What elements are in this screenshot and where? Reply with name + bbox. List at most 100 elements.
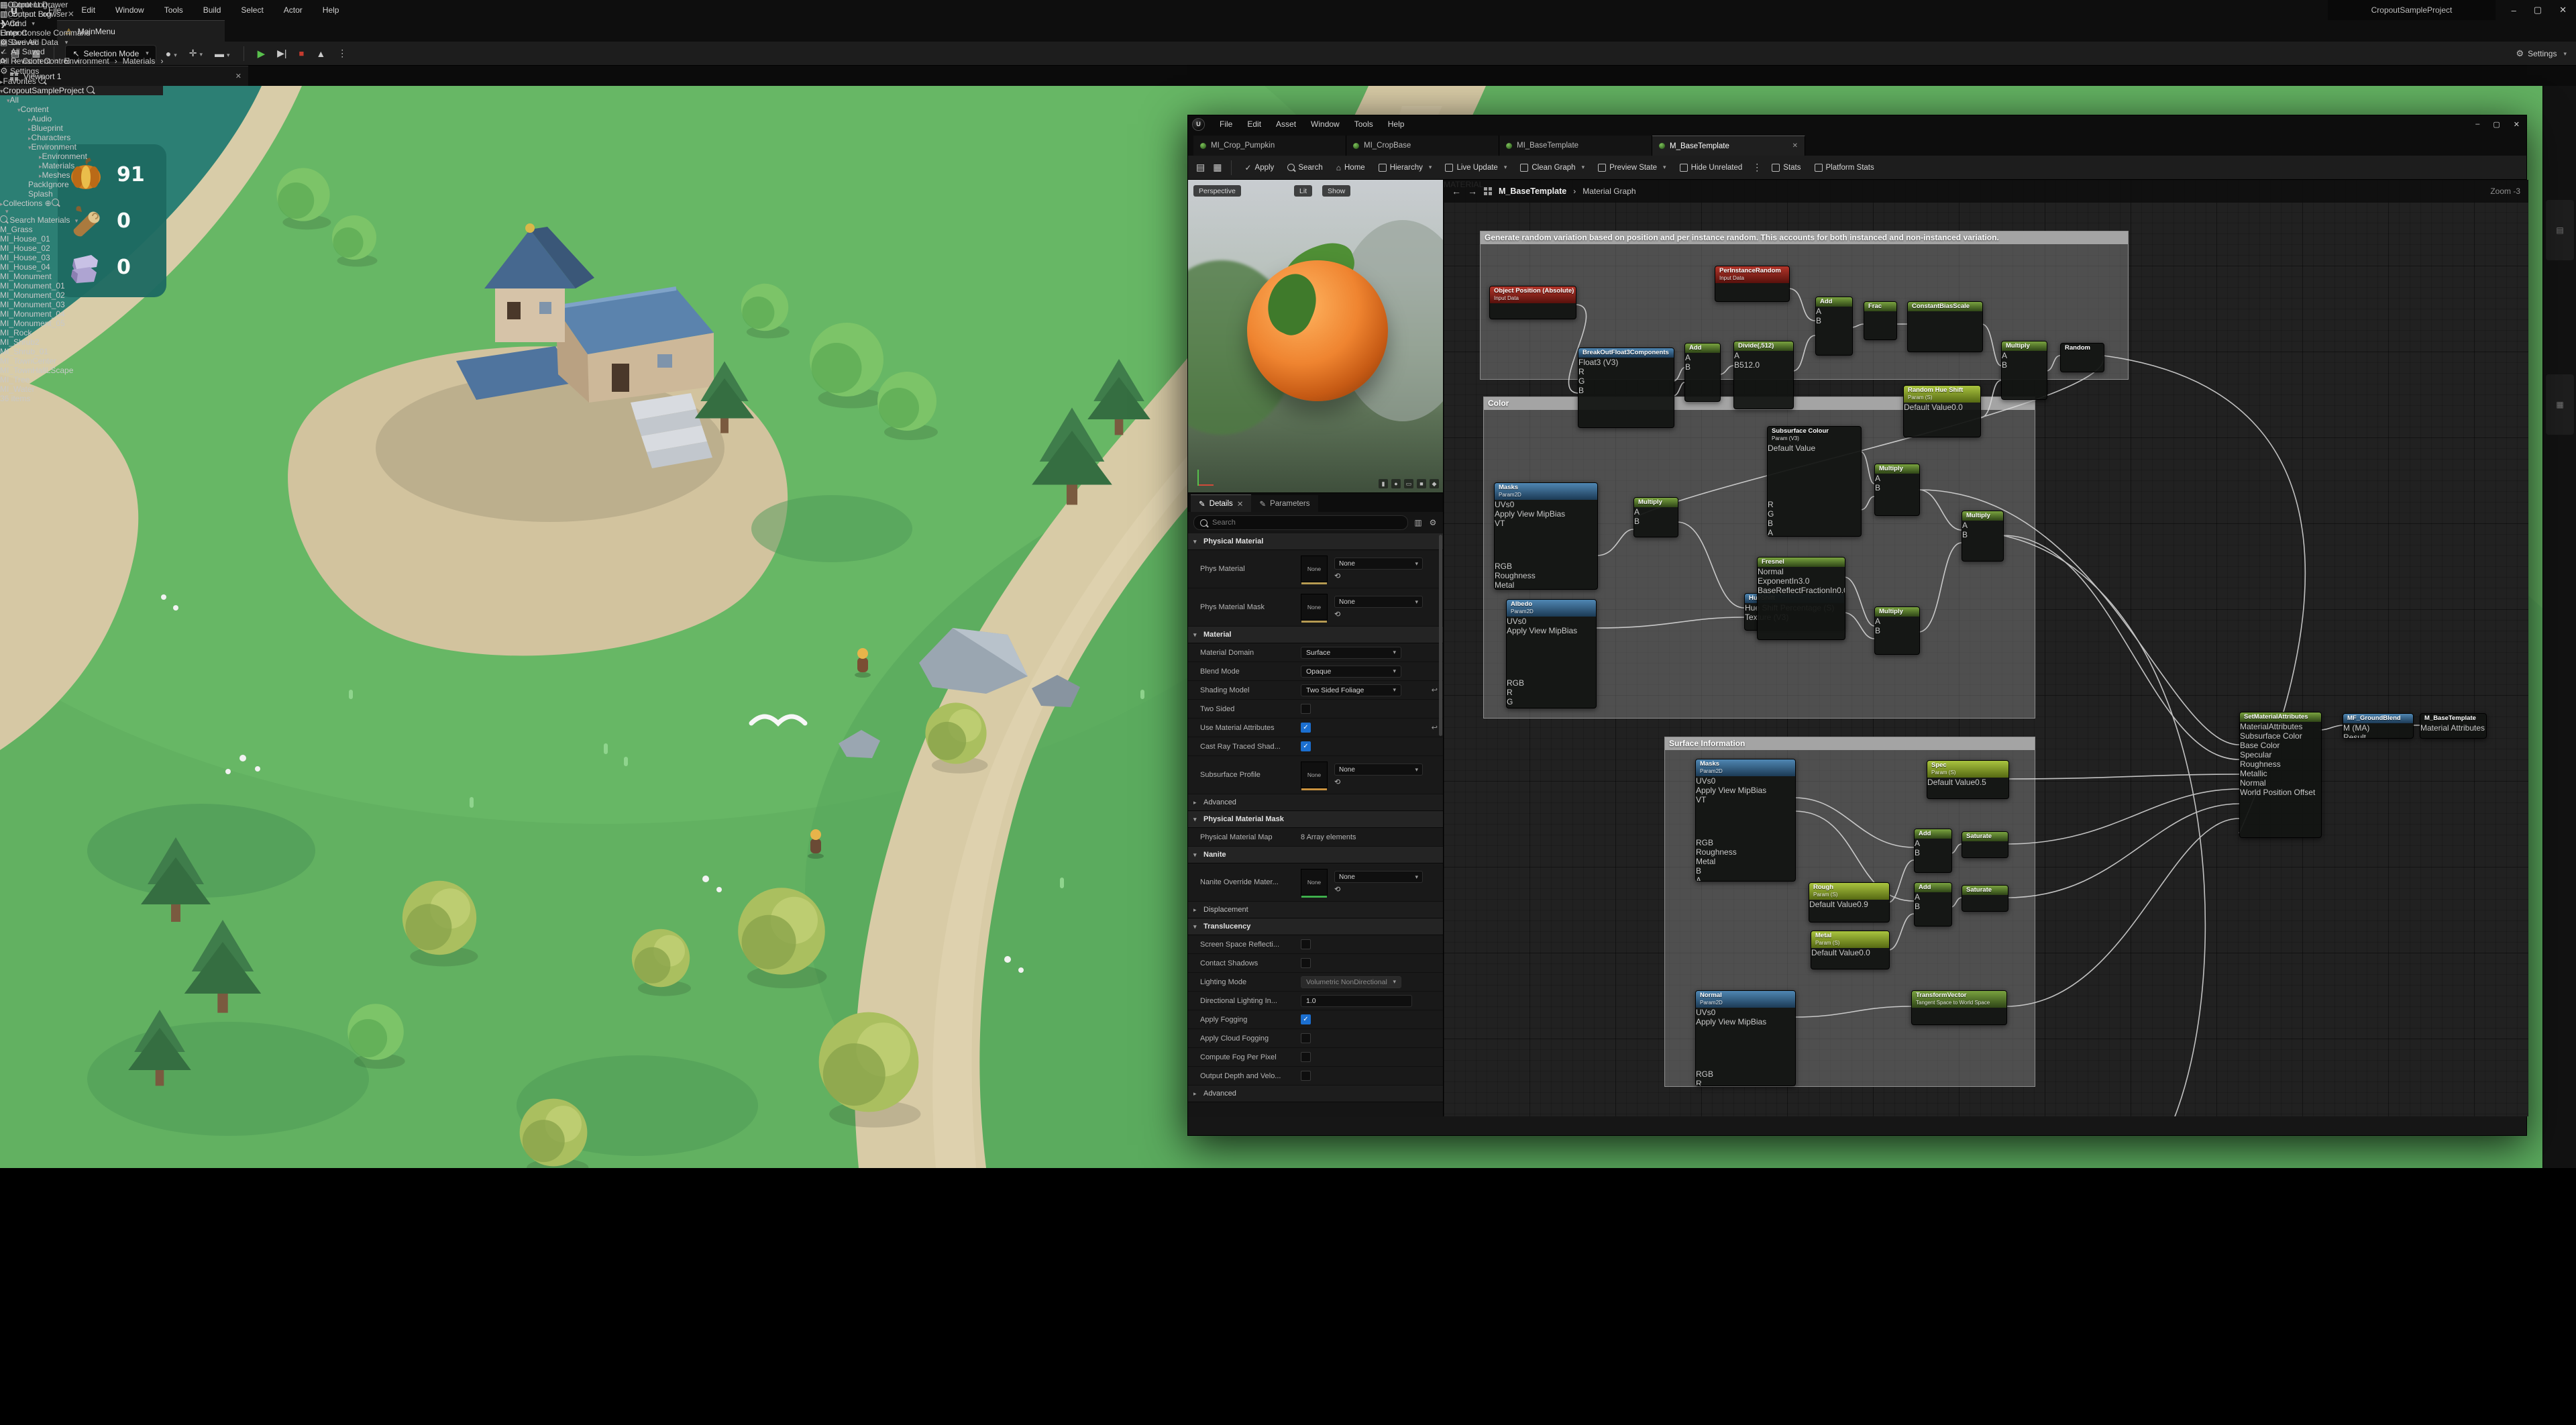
input-directional-lighting-in-[interactable]: 1.0 — [1301, 995, 1412, 1007]
asset-dropdown[interactable]: None▾ — [1334, 558, 1423, 570]
field-value[interactable]: 0 — [1522, 617, 1527, 626]
sidebar-item-packignore[interactable]: PackIgnore — [0, 180, 163, 189]
menu-window[interactable]: Window — [1311, 119, 1340, 129]
all-saved-status[interactable]: ✓All Saved — [0, 47, 91, 56]
asset-dropdown[interactable]: None▾ — [1334, 871, 1423, 883]
output-pin[interactable]: R — [1696, 1079, 1795, 1086]
node-multiply[interactable]: MultiplyAB — [1874, 464, 1920, 516]
node-subsurface-colour[interactable]: Subsurface ColourParam (V3)Default Value… — [1767, 426, 1862, 537]
use-selected-icon[interactable]: ⟲ — [1334, 778, 1340, 786]
section-translucency[interactable]: ▾Translucency — [1188, 918, 1443, 935]
input-pin[interactable]: A — [1962, 521, 2003, 530]
content-drawer-button[interactable]: ▤Content Drawer — [0, 0, 91, 9]
sidebar-item-audio[interactable]: ▸Audio — [0, 114, 163, 123]
tab-parameters[interactable]: ✎ Parameters — [1251, 495, 1318, 512]
field-value[interactable]: 0 — [1711, 1008, 1716, 1017]
sidebar-item-splash[interactable]: Splash — [0, 189, 163, 199]
details-search-input[interactable]: Search — [1193, 515, 1408, 530]
checkbox-two-sided[interactable] — [1301, 704, 1311, 714]
section-physical-material[interactable]: ▾Physical Material — [1188, 533, 1443, 550]
field-value[interactable]: 512.0 — [1739, 360, 1760, 370]
menu-help[interactable]: Help — [323, 5, 339, 15]
section-material[interactable]: ▾Material — [1188, 627, 1443, 643]
node-masks[interactable]: MasksParam2DUVs0Apply View MipBiasVTRGBR… — [1494, 482, 1598, 590]
asset-dropdown[interactable]: None▾ — [1334, 596, 1423, 608]
node-frac[interactable]: Frac — [1864, 301, 1897, 340]
output-pin[interactable]: A — [1696, 876, 1795, 882]
asset-dropdown[interactable]: None▾ — [1334, 763, 1423, 776]
input-pin[interactable]: B — [1875, 626, 1919, 635]
menu-tools[interactable]: Tools — [1354, 119, 1373, 129]
input-pin[interactable]: A — [1875, 617, 1919, 626]
menu-edit[interactable]: Edit — [1247, 119, 1261, 129]
input-pin[interactable]: A — [1915, 839, 1951, 848]
input-pin[interactable]: Metallic — [2240, 769, 2321, 778]
node-divide-512-[interactable]: Divide(,512)AB512.0 — [1733, 341, 1794, 409]
input-pin[interactable]: Subsurface Color — [2240, 731, 2321, 741]
input-pin[interactable]: B — [1875, 483, 1919, 492]
asset-thumbnail[interactable]: None — [1301, 556, 1328, 582]
add-collection-icon[interactable]: ⊕ — [45, 199, 52, 208]
node-albedo[interactable]: AlbedoParam2DUVs0Apply View MipBiasRGBRG… — [1506, 599, 1597, 708]
asset-mi-rock[interactable]: MI_Rock — [0, 328, 163, 337]
field-value[interactable]: 0.0 — [1859, 948, 1870, 957]
node-transformvector[interactable]: TransformVectorTangent Space to World Sp… — [1911, 990, 2007, 1025]
menu-select[interactable]: Select — [241, 5, 263, 15]
content-browser-settings[interactable]: ⚙ Settings — [0, 66, 163, 76]
output-pin[interactable]: R — [1768, 500, 1861, 509]
breadcrumb-page[interactable]: Material Graph — [1582, 187, 1635, 196]
field-value[interactable]: 0 — [1510, 500, 1515, 509]
toolbar-platform-stats[interactable]: Platform Stats — [1809, 159, 1880, 176]
toolbar-live-update[interactable]: Live Update▾ — [1439, 159, 1513, 176]
checkbox-screen-space-reflecti-[interactable] — [1301, 939, 1311, 949]
settings-dropdown[interactable]: ⚙ Settings▾ — [2516, 42, 2567, 66]
play-options-icon[interactable]: ⋮ — [335, 48, 350, 59]
reset-to-default-icon[interactable]: ↩ — [1432, 686, 1438, 694]
output-pin[interactable]: A — [1768, 528, 1861, 537]
asset-mi-towncenter[interactable]: MI_TownCenter — [0, 356, 163, 366]
asset-mi-townhalllscape[interactable]: MI_TownHallLScape — [0, 366, 163, 375]
sidebar-item-environment[interactable]: ▸Environment — [0, 152, 163, 161]
input-pin[interactable]: B — [1685, 362, 1720, 372]
cmd-dropdown[interactable]: ❯Cmd▾ — [0, 19, 91, 28]
asset-mi-monument-03[interactable]: MI_Monument_03 — [0, 300, 163, 309]
toolbar-hierarchy[interactable]: Hierarchy▾ — [1373, 159, 1438, 176]
node-metal[interactable]: MetalParam (S)Default Value0.0 — [1811, 931, 1890, 969]
plane-icon[interactable]: ▭ — [1404, 479, 1413, 488]
asset-thumbnail[interactable]: None — [1301, 869, 1328, 896]
node-multiply[interactable]: MultiplyAB — [1633, 497, 1678, 537]
frame-skip-button[interactable]: ▶| — [274, 48, 289, 59]
close-icon[interactable]: ✕ — [2514, 120, 2520, 129]
input-pin[interactable]: Float3 (V3) — [1578, 358, 1674, 367]
input-pin[interactable]: A — [1875, 474, 1919, 483]
section-physical-material-mask[interactable]: ▾Physical Material Mask — [1188, 811, 1443, 828]
menu-help[interactable]: Help — [1388, 119, 1405, 129]
output-pin[interactable]: R — [1578, 367, 1674, 376]
project-root-row[interactable]: ▾CropoutSampleProject — [0, 86, 163, 95]
favorites-section[interactable]: ▸Favorites — [0, 76, 163, 86]
toolbar-clean-graph[interactable]: Clean Graph▾ — [1514, 159, 1591, 176]
breadcrumb-asset[interactable]: M_BaseTemplate — [1499, 187, 1566, 196]
toolbar-stats[interactable]: Stats — [1766, 159, 1807, 176]
cylinder-icon[interactable]: ▮ — [1379, 479, 1388, 488]
node-checkbox[interactable]: Apply View MipBias — [1696, 786, 1795, 795]
input-pin[interactable]: World Position Offset — [2240, 788, 2321, 797]
node-mf-groundblend[interactable]: MF_GroundBlendM (MA)Result — [2343, 713, 2414, 739]
node-multiply[interactable]: MultiplyAB — [1874, 606, 1920, 655]
input-pin[interactable]: Specular — [2240, 750, 2321, 759]
input-pin[interactable]: B — [1915, 902, 1951, 911]
node-saturate[interactable]: Saturate — [1962, 831, 2008, 858]
node-add[interactable]: AddAB — [1914, 829, 1952, 873]
asset-m-grass[interactable]: M_Grass — [0, 225, 163, 234]
forward-icon[interactable]: → — [1468, 186, 1477, 197]
menu-file[interactable]: File — [1220, 119, 1232, 129]
toolbar-hide-unrelated[interactable]: Hide Unrelated — [1674, 159, 1749, 176]
docked-panel-tab[interactable]: ▦ — [2546, 374, 2574, 435]
eject-button[interactable]: ▲ — [313, 48, 328, 59]
output-pin[interactable]: RGB — [1495, 562, 1597, 571]
output-pin[interactable]: RGB — [1507, 678, 1596, 688]
asset-mi-house-02[interactable]: MI_House_02 — [0, 244, 163, 253]
sidebar-item-environment[interactable]: ▾Environment — [0, 142, 163, 152]
output-log-button[interactable]: ▥Output Log — [0, 9, 91, 19]
input-pin[interactable]: MaterialAttributes — [2240, 722, 2321, 731]
